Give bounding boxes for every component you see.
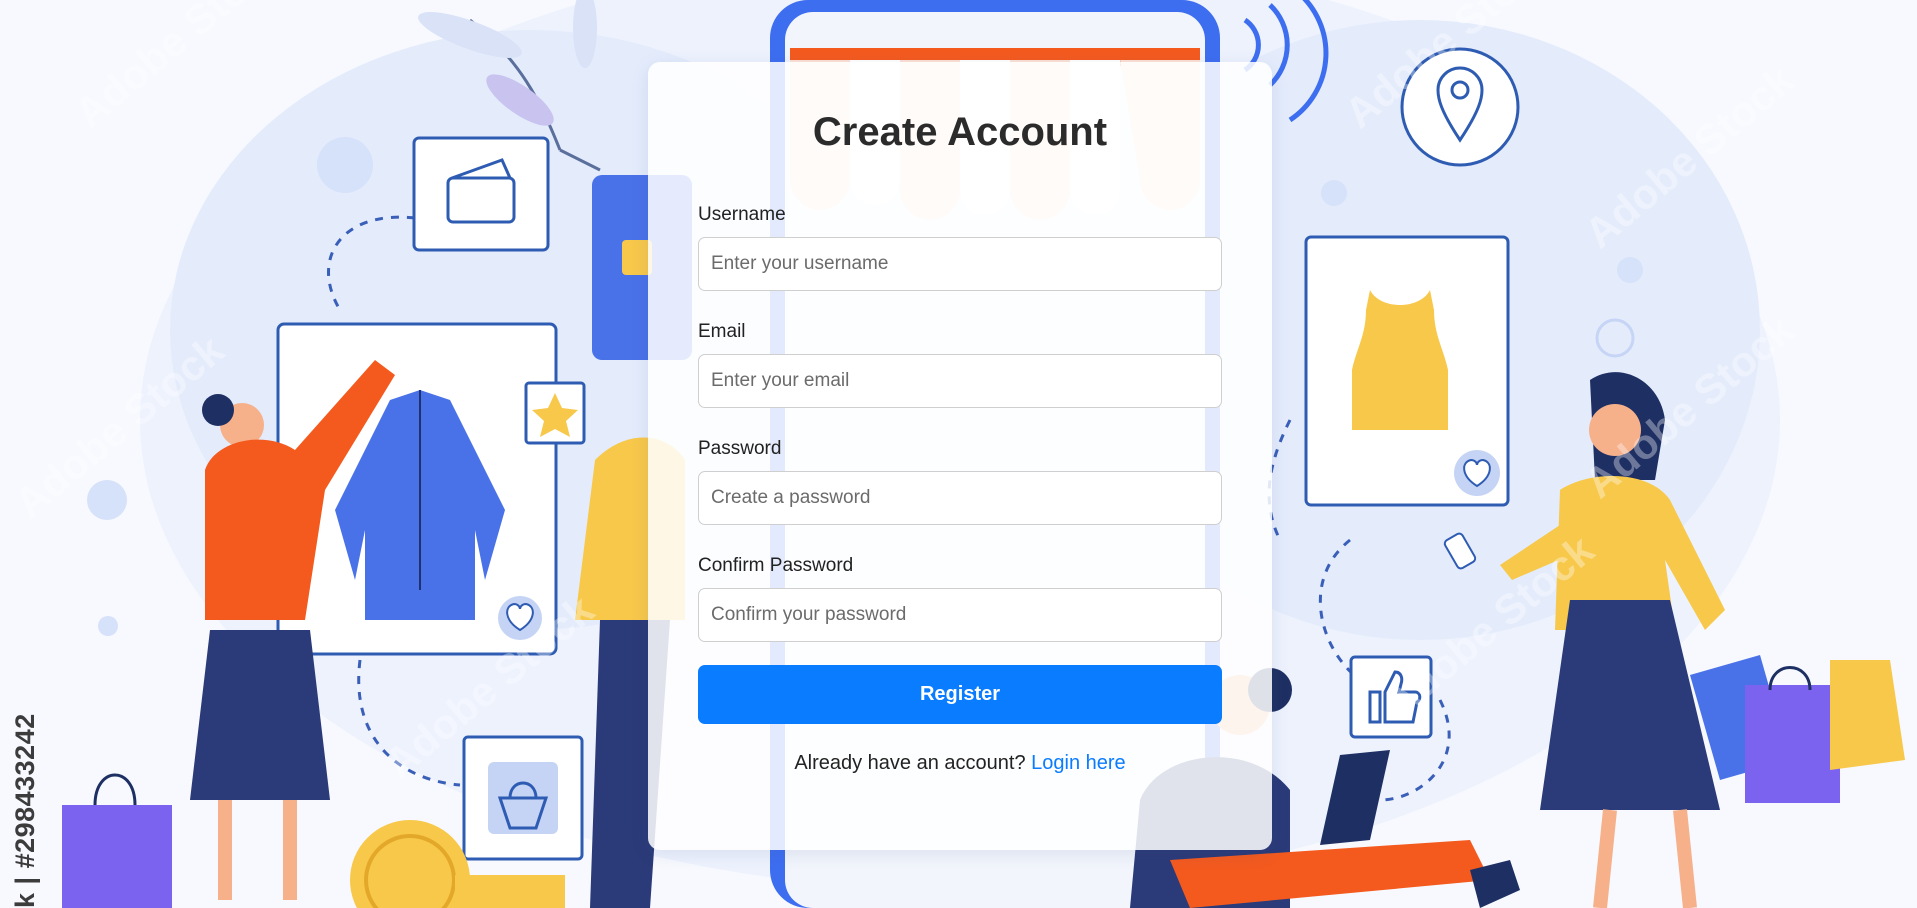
username-label: Username: [698, 204, 786, 225]
password-input[interactable]: [698, 471, 1222, 525]
email-label: Email: [698, 321, 746, 342]
form-title: Create Account: [812, 110, 1108, 154]
confirm-password-label: Confirm Password: [698, 555, 854, 576]
login-link[interactable]: Login here: [1031, 752, 1126, 774]
confirm-password-input[interactable]: [698, 588, 1222, 642]
svg-text:Adobe Stock: Adobe Stock: [66, 0, 293, 137]
stock-id-watermark: k | #298433242: [10, 660, 50, 908]
login-prompt-line: Already have an account? Login here: [648, 752, 1272, 775]
username-input[interactable]: [698, 237, 1222, 291]
email-input[interactable]: [698, 354, 1222, 408]
password-label: Password: [698, 438, 782, 459]
stock-id-text: k | #298433242: [10, 713, 40, 908]
page: Adobe Stock Adobe Stock Adobe Stock Adob…: [0, 0, 1917, 908]
login-prompt-text: Already have an account?: [794, 752, 1032, 774]
register-form: Create Account Username Email Password C…: [648, 62, 1272, 850]
register-button[interactable]: Register: [698, 665, 1222, 724]
